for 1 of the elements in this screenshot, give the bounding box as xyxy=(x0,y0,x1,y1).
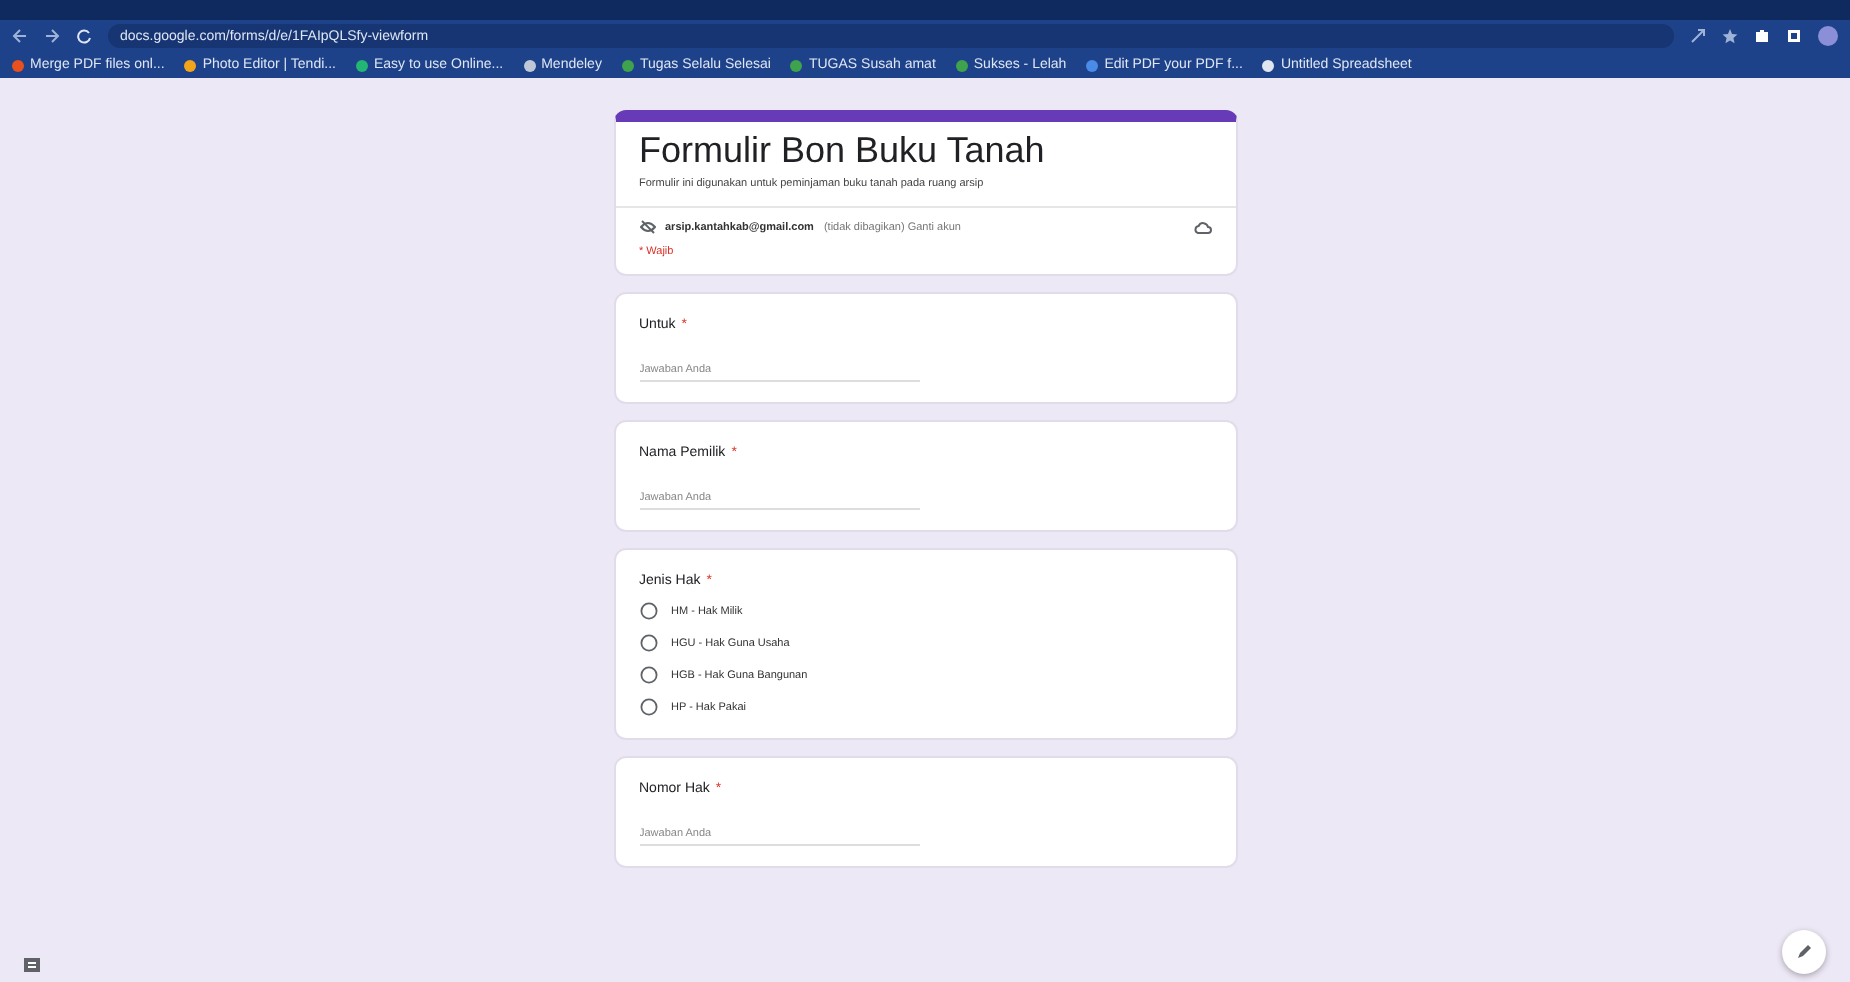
form-title: Formulir Bon Buku Tanah xyxy=(637,128,1047,174)
